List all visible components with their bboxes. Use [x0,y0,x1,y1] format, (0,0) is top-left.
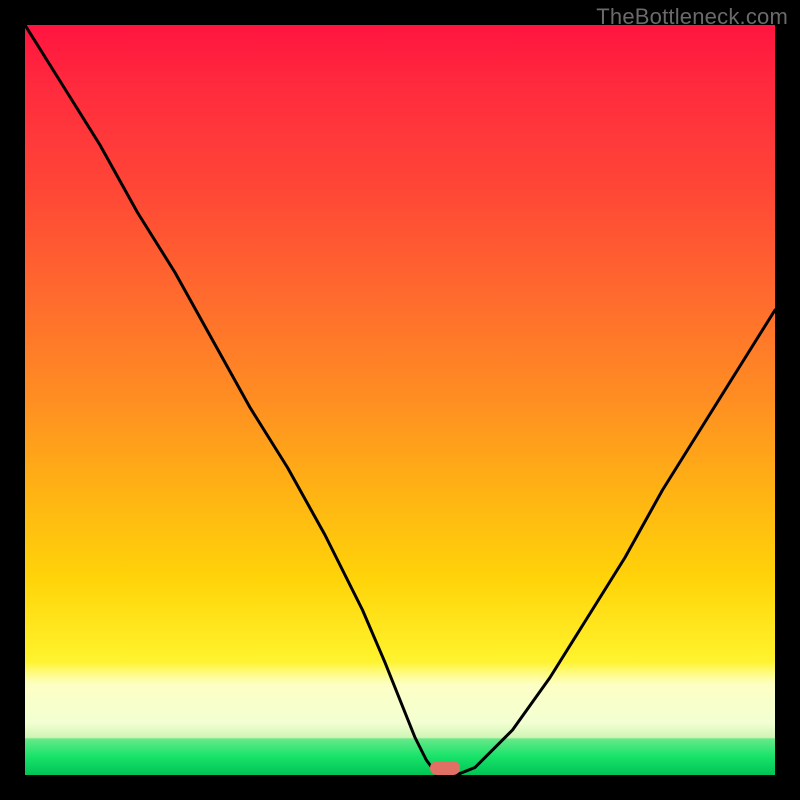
watermark-text: TheBottleneck.com [596,4,788,30]
optimal-point-marker [430,761,460,775]
bottleneck-curve [25,25,775,775]
plot-area [25,25,775,775]
chart-frame: TheBottleneck.com [0,0,800,800]
